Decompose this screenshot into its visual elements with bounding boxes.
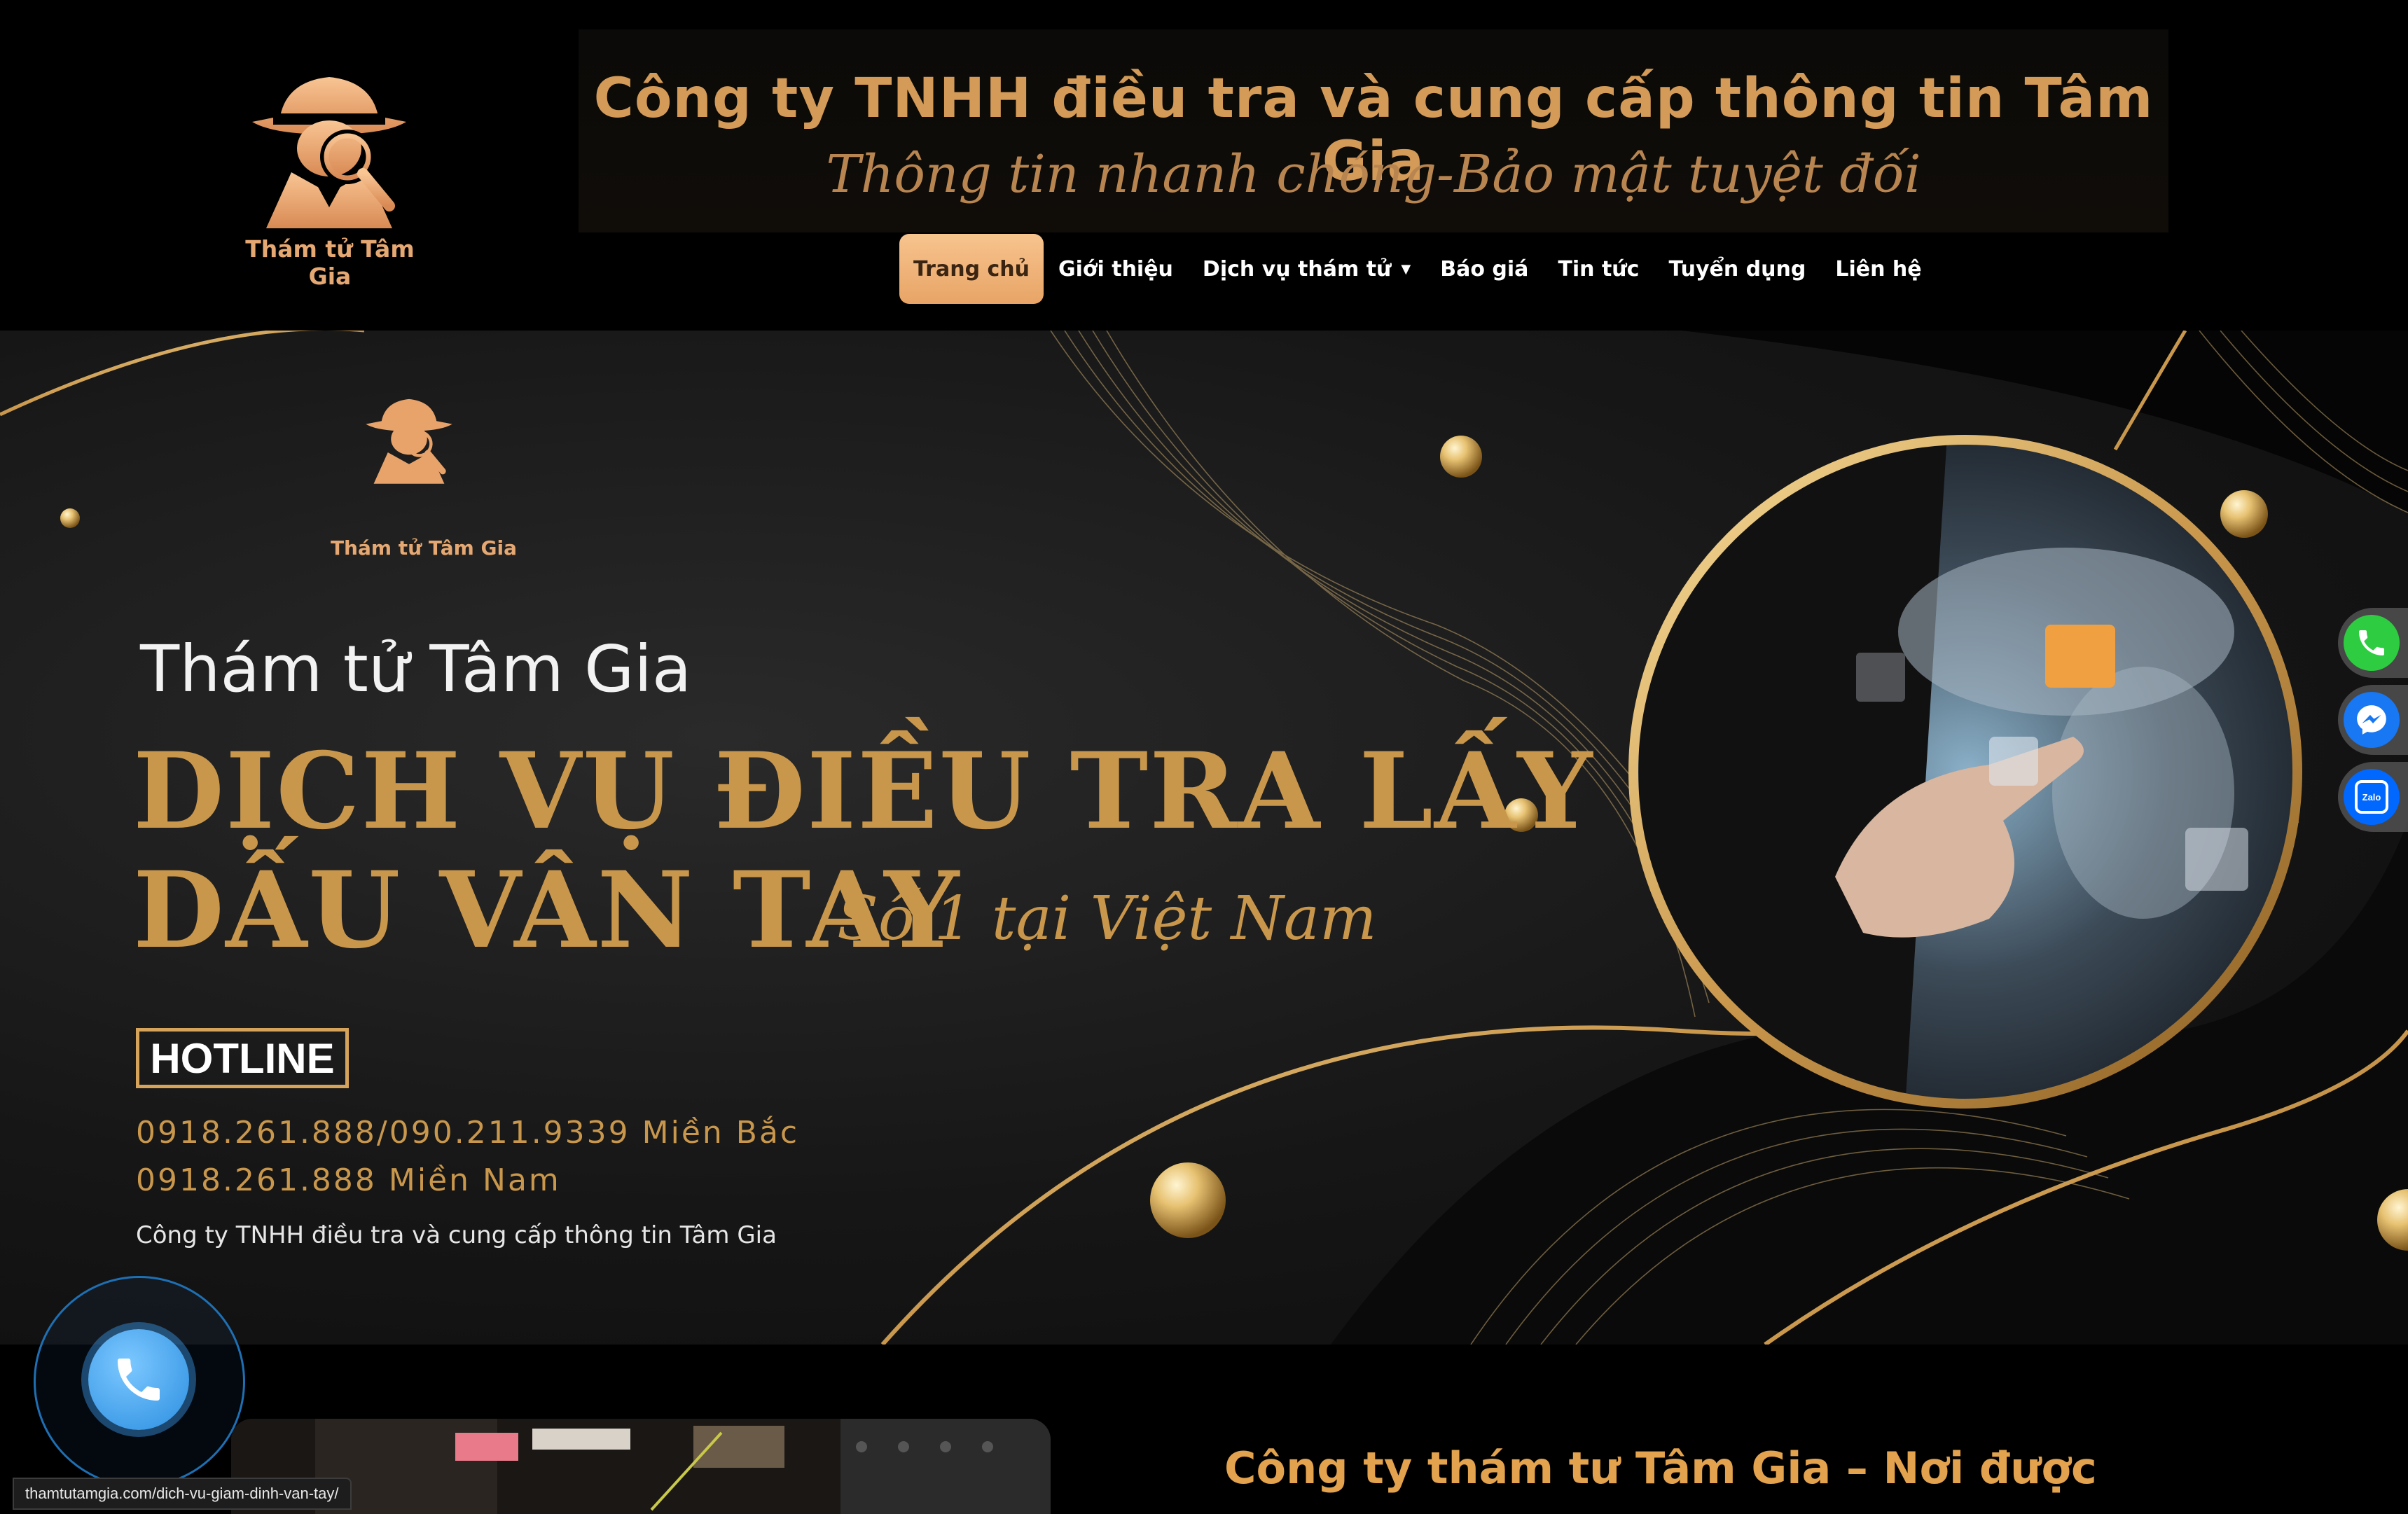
zalo-icon: Zalo: [2344, 769, 2400, 825]
nav-item-contact[interactable]: Liên hệ: [1820, 234, 1936, 304]
hero-banner[interactable]: Thám tử Tâm Gia Thám tử Tâm Gia DỊCH VỤ …: [0, 331, 2408, 1345]
hotline-south[interactable]: 0918.261.888 Miền Nam: [136, 1162, 561, 1198]
intro-section: Công ty thám tư Tâm Gia – Nơi được: [0, 1345, 2408, 1514]
nav-item-careers[interactable]: Tuyển dụng: [1654, 234, 1820, 304]
nav-item-label: Tuyển dụng: [1668, 256, 1806, 282]
nav-item-services[interactable]: Dịch vụ thám tử ▼: [1188, 234, 1425, 304]
nav-item-label: Trang chủ: [913, 256, 1030, 282]
nav-item-news[interactable]: Tin tức: [1543, 234, 1654, 304]
nav-item-about[interactable]: Giới thiệu: [1044, 234, 1188, 304]
site-header: Thám tử Tâm Gia Công ty TNHH điều tra và…: [0, 0, 2408, 331]
company-slogan: Thông tin nhanh chóng-Bảo mật tuyệt đối: [826, 144, 1921, 204]
nav-item-label: Liên hệ: [1835, 256, 1922, 282]
status-bar-url: thamtutamgia.com/dich-vu-giam-dinh-van-t…: [13, 1478, 352, 1510]
phone-icon: [118, 1359, 160, 1401]
caret-down-icon: ▼: [1401, 261, 1411, 277]
nav-item-pricing[interactable]: Báo giá: [1425, 234, 1543, 304]
call-now-button[interactable]: [88, 1329, 189, 1430]
nav-item-label: Báo giá: [1440, 256, 1529, 282]
hotline-north[interactable]: 0918.261.888/090.211.9339 Miền Bắc: [136, 1115, 799, 1151]
zalo-float-button[interactable]: Zalo: [2338, 762, 2408, 832]
zalo-label: Zalo: [2355, 780, 2388, 814]
messenger-icon: [2344, 692, 2400, 748]
nav-item-label: Dịch vụ thám tử: [1202, 256, 1392, 282]
hero-title-line1: DỊCH VỤ ĐIỀU TRA LẤY: [133, 730, 1594, 853]
hero-company-name: Công ty TNHH điều tra và cung cấp thông …: [136, 1221, 777, 1249]
phone-icon: [2344, 615, 2400, 671]
hero-tagline: Số 1 tại Việt Nam: [837, 884, 1377, 954]
hero-subtitle: Thám tử Tâm Gia: [140, 632, 692, 707]
nav-item-label: Giới thiệu: [1058, 256, 1173, 282]
intro-title: Công ty thám tư Tâm Gia – Nơi được: [1224, 1443, 2097, 1494]
phone-float-button[interactable]: [2338, 608, 2408, 678]
hotline-label: HOTLINE: [136, 1028, 349, 1088]
nav-item-home[interactable]: Trang chủ: [899, 234, 1044, 304]
main-nav: Trang chủ Giới thiệu Dịch vụ thám tử ▼ B…: [899, 234, 1937, 304]
logo-text: Thám tử Tâm Gia: [245, 235, 415, 290]
hero-logo-icon: [366, 398, 452, 484]
messenger-float-button[interactable]: [2338, 685, 2408, 755]
office-image: [231, 1419, 1051, 1514]
nav-item-label: Tin tức: [1558, 256, 1640, 282]
hero-logo-text: Thám tử Tâm Gia: [330, 536, 518, 560]
